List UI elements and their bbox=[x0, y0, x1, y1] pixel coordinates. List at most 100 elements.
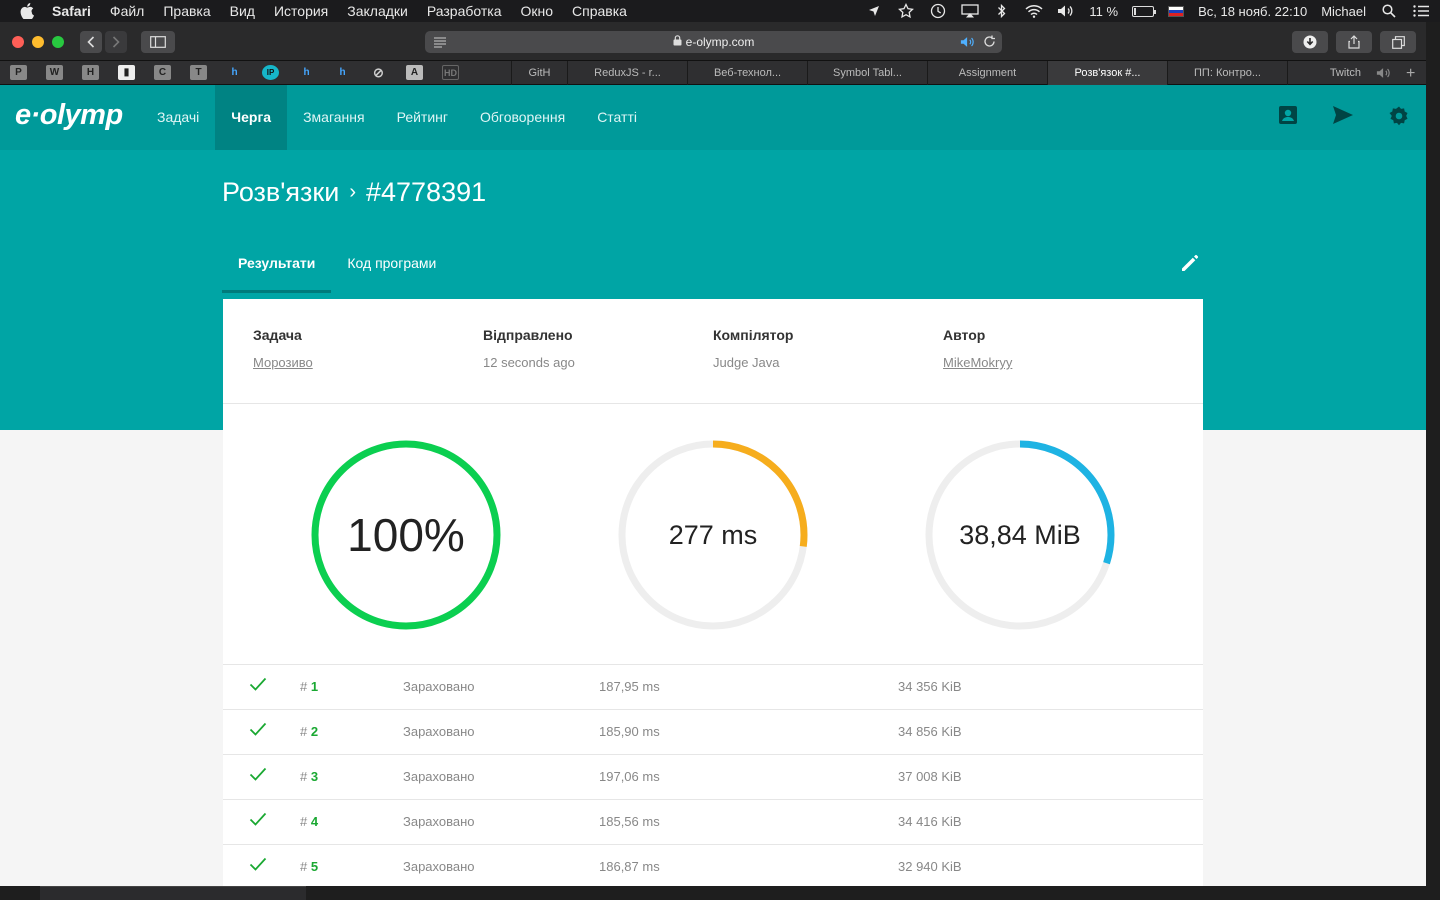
menu-history[interactable]: История bbox=[274, 3, 328, 19]
check-icon bbox=[249, 812, 267, 829]
tab-assignment[interactable]: Assignment bbox=[927, 61, 1047, 85]
safari-window: e-olymp.com P W H ▮ C T h IP h h ⊘ A HD … bbox=[0, 22, 1426, 886]
back-button[interactable] bbox=[80, 31, 102, 53]
bookmark-hd-icon[interactable]: HD bbox=[442, 65, 459, 80]
test-number-value: 5 bbox=[310, 859, 319, 874]
bookmark-w-icon[interactable]: W bbox=[46, 65, 63, 80]
test-row: # 2 Зараховано 185,90 ms 34 856 KiB bbox=[223, 709, 1203, 754]
bookmark-t-icon[interactable]: T bbox=[190, 65, 207, 80]
test-number[interactable]: # 4 bbox=[300, 814, 318, 829]
bookmark-h3-icon[interactable]: h bbox=[298, 65, 315, 80]
menu-develop[interactable]: Разработка bbox=[427, 3, 502, 19]
test-row: # 3 Зараховано 197,06 ms 37 008 KiB bbox=[223, 754, 1203, 799]
nav-articles[interactable]: Статті bbox=[581, 85, 653, 150]
test-number[interactable]: # 2 bbox=[300, 724, 318, 739]
tab-submission-active[interactable]: Розв'язок #... bbox=[1047, 61, 1167, 85]
input-source-flag-icon[interactable] bbox=[1168, 5, 1185, 17]
spotlight-search-icon[interactable] bbox=[1380, 3, 1398, 19]
airplay-icon[interactable] bbox=[961, 3, 980, 19]
meta-task-link[interactable]: Морозиво bbox=[253, 355, 313, 370]
test-number-value: 4 bbox=[310, 814, 319, 829]
test-number[interactable]: # 5 bbox=[300, 859, 318, 874]
notification-center-icon[interactable] bbox=[1412, 3, 1430, 19]
sidebar-toggle-button[interactable] bbox=[141, 31, 175, 53]
nav-tasks[interactable]: Задачі bbox=[141, 85, 215, 150]
tab-github[interactable]: GitH bbox=[511, 61, 567, 85]
battery-percent: 11 % bbox=[1089, 3, 1119, 19]
star-icon[interactable] bbox=[897, 3, 915, 19]
menu-window[interactable]: Окно bbox=[520, 3, 553, 19]
test-hash: # bbox=[300, 814, 311, 829]
submission-card: Задача Морозиво Відправлено 12 seconds a… bbox=[223, 299, 1203, 886]
check-icon bbox=[249, 677, 267, 694]
close-window-button[interactable] bbox=[12, 36, 24, 48]
url-text: e-olymp.com bbox=[685, 35, 755, 49]
tab-web-tech[interactable]: Веб-технол... bbox=[687, 61, 807, 85]
nav-discussions[interactable]: Обговорення bbox=[464, 85, 581, 150]
reload-icon[interactable] bbox=[983, 35, 996, 51]
edit-pencil-icon[interactable] bbox=[1180, 253, 1200, 278]
send-icon[interactable] bbox=[1332, 105, 1354, 132]
apple-menu-icon[interactable] bbox=[20, 0, 36, 22]
volume-icon[interactable] bbox=[1057, 3, 1075, 19]
bookmark-h-icon[interactable]: H bbox=[82, 65, 99, 80]
nav-rating[interactable]: Рейтинг bbox=[381, 85, 464, 150]
bookmark-ip-icon[interactable]: IP bbox=[262, 65, 279, 80]
site-logo[interactable]: e·olymp bbox=[15, 99, 123, 132]
battery-icon[interactable] bbox=[1132, 5, 1157, 17]
tab-reduxjs[interactable]: ReduxJS - r... bbox=[567, 61, 687, 85]
bookmark-c-icon[interactable]: C bbox=[154, 65, 171, 80]
test-time: 185,90 ms bbox=[599, 724, 660, 739]
test-memory: 32 940 KiB bbox=[898, 859, 962, 874]
twitch-audio-icon[interactable] bbox=[1376, 66, 1392, 85]
minimize-window-button[interactable] bbox=[32, 36, 44, 48]
test-number[interactable]: # 3 bbox=[300, 769, 318, 784]
tab-symbol-table[interactable]: Symbol Tabl... bbox=[807, 61, 927, 85]
wifi-icon[interactable] bbox=[1025, 3, 1043, 19]
forward-button[interactable] bbox=[105, 31, 127, 53]
maximize-window-button[interactable] bbox=[52, 36, 64, 48]
nav-competitions[interactable]: Змагання bbox=[287, 85, 381, 150]
tab-overview-button[interactable] bbox=[1380, 31, 1416, 53]
menu-edit[interactable]: Правка bbox=[163, 3, 210, 19]
tab-source-code[interactable]: Код програми bbox=[331, 247, 452, 293]
profile-icon[interactable] bbox=[1278, 105, 1298, 132]
meta-compiler-label: Компілятор bbox=[713, 327, 794, 343]
menubar-user[interactable]: Michael bbox=[1321, 4, 1366, 19]
menubar-clock[interactable]: Вс, 18 нояб. 22:10 bbox=[1198, 4, 1307, 19]
menu-safari[interactable]: Safari bbox=[52, 3, 91, 19]
bookmark-h2-icon[interactable]: h bbox=[226, 65, 243, 80]
menu-bookmarks[interactable]: Закладки bbox=[347, 3, 408, 19]
test-results-list: # 1 Зараховано 187,95 ms 34 356 KiB # 2 … bbox=[223, 664, 1203, 886]
lock-icon bbox=[673, 35, 682, 49]
address-bar[interactable]: e-olymp.com bbox=[425, 31, 1002, 53]
tab-results[interactable]: Результати bbox=[222, 247, 332, 293]
bluetooth-icon[interactable] bbox=[993, 3, 1011, 19]
tab-pp-control[interactable]: ПП: Контро... bbox=[1167, 61, 1287, 85]
new-tab-plus-icon[interactable]: + bbox=[1406, 65, 1415, 83]
location-arrow-icon[interactable] bbox=[865, 3, 883, 19]
bookmark-p-icon[interactable]: P bbox=[10, 65, 27, 80]
breadcrumb-submissions[interactable]: Розв'язки bbox=[222, 177, 339, 208]
menu-view[interactable]: Вид bbox=[230, 3, 255, 19]
reader-view-icon[interactable] bbox=[433, 36, 447, 51]
test-number[interactable]: # 1 bbox=[300, 679, 318, 694]
bookmark-compass-icon[interactable]: ⊘ bbox=[370, 65, 387, 80]
nav-queue[interactable]: Черга bbox=[215, 85, 288, 150]
test-memory: 34 856 KiB bbox=[898, 724, 962, 739]
meta-author-link[interactable]: MikeMokryy bbox=[943, 355, 1012, 370]
meta-task-label: Задача bbox=[253, 327, 302, 343]
menu-help[interactable]: Справка bbox=[572, 3, 627, 19]
settings-gear-icon[interactable] bbox=[1388, 105, 1410, 132]
downloads-button[interactable] bbox=[1292, 31, 1328, 53]
time-machine-icon[interactable] bbox=[929, 3, 947, 19]
bookmark-bar-icon[interactable]: ▮ bbox=[118, 65, 135, 80]
bookmark-a-icon[interactable]: A bbox=[406, 65, 423, 80]
share-button[interactable] bbox=[1336, 31, 1372, 53]
test-status: Зараховано bbox=[403, 679, 475, 694]
browser-toolbar: e-olymp.com bbox=[0, 22, 1426, 61]
menu-file[interactable]: Файл bbox=[110, 3, 144, 19]
bookmark-h4-icon[interactable]: h bbox=[334, 65, 351, 80]
tab-audio-icon[interactable] bbox=[960, 35, 976, 52]
test-hash: # bbox=[300, 769, 311, 784]
